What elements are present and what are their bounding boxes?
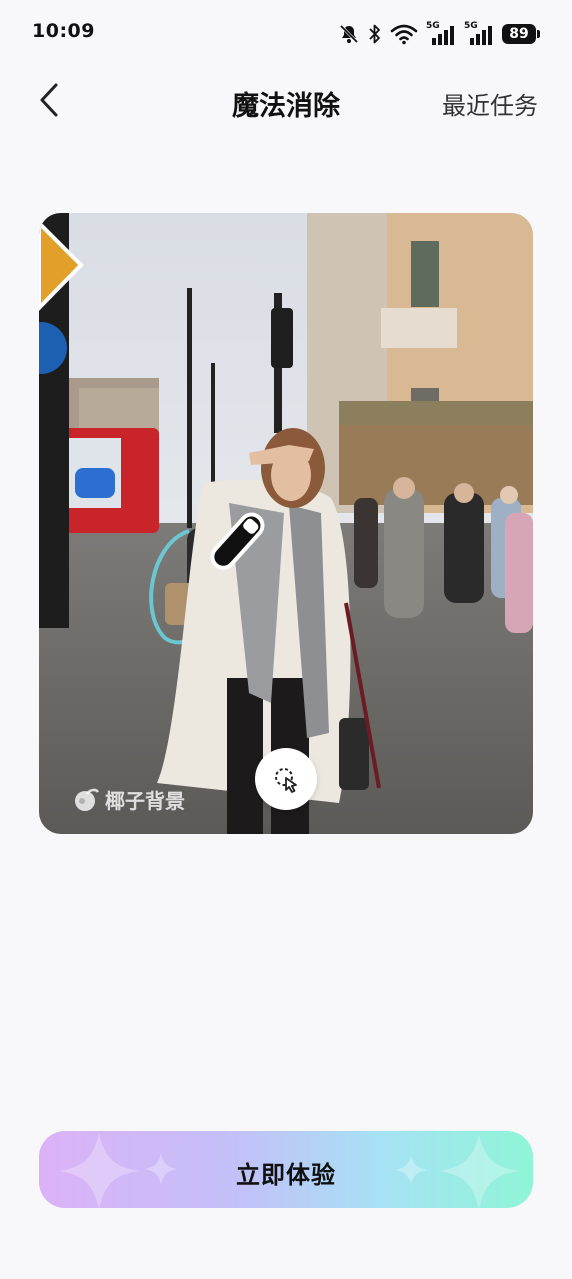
signal-icon: 5G — [464, 21, 494, 45]
status-time: 10:09 — [32, 20, 95, 42]
recent-tasks-link[interactable]: 最近任务 — [442, 86, 538, 121]
status-icons: 5G 5G 89 — [338, 21, 540, 46]
watermark: 椰子背景 — [73, 785, 185, 814]
magic-select-button[interactable] — [255, 748, 317, 810]
street-photo — [39, 213, 533, 834]
battery-icon: 89 — [502, 24, 540, 44]
bluetooth-icon — [369, 24, 380, 44]
coconut-logo-icon — [75, 788, 99, 811]
watermark-text: 椰子背景 — [105, 789, 185, 813]
try-now-button[interactable]: 立即体验 — [39, 1131, 533, 1208]
magic-select-icon — [275, 768, 297, 793]
demo-preview-image: 椰子背景 — [39, 213, 533, 834]
wifi-icon — [390, 24, 418, 45]
top-nav: 魔法消除 最近任务 — [0, 70, 572, 132]
status-bar: 10:09 5G 5G 89 — [0, 0, 572, 70]
try-now-label: 立即体验 — [236, 1161, 336, 1189]
battery-level: 89 — [509, 26, 529, 42]
signal-icon: 5G — [426, 21, 456, 45]
mute-bell-icon — [339, 24, 359, 44]
